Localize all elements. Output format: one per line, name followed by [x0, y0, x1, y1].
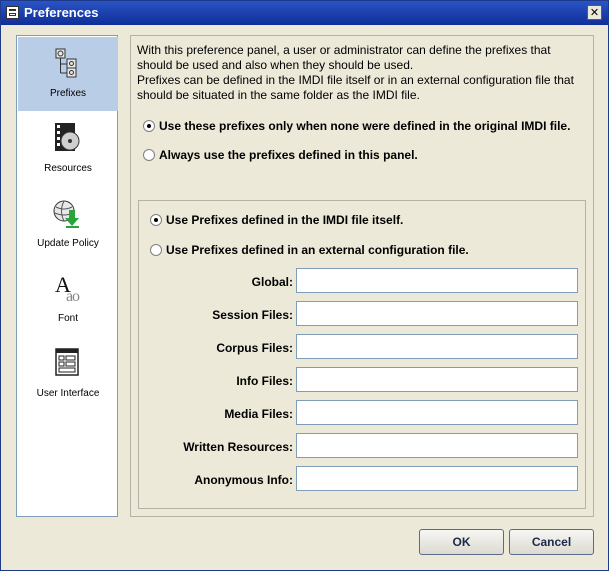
- radio-button[interactable]: [143, 120, 155, 132]
- radio-button[interactable]: [143, 149, 155, 161]
- session-files-label: Session Files:: [212, 308, 293, 322]
- global-label: Global:: [251, 275, 293, 289]
- prefixes-icon: [55, 48, 77, 78]
- description-line: Prefixes can be defined in the IMDI file…: [137, 73, 574, 87]
- window-layout-icon: [55, 348, 79, 376]
- app-window-icon: [6, 6, 19, 19]
- radio-label: Always use the prefixes defined in this …: [159, 148, 418, 162]
- sidebar-item-font[interactable]: A a o Font: [18, 262, 118, 336]
- session-files-field[interactable]: [296, 301, 578, 326]
- sidebar-item-prefixes[interactable]: Prefixes: [18, 37, 118, 111]
- radio-button[interactable]: [150, 244, 162, 256]
- svg-text:o: o: [72, 288, 80, 304]
- panel-description: With this preference panel, a user or ad…: [137, 43, 587, 103]
- cancel-button[interactable]: Cancel: [509, 529, 594, 555]
- radio-label: Use these prefixes only when none were d…: [159, 119, 571, 133]
- ok-button[interactable]: OK: [419, 529, 504, 555]
- radio-button[interactable]: [150, 214, 162, 226]
- radio-label: Use Prefixes defined in the IMDI file it…: [166, 213, 404, 227]
- written-resources-field[interactable]: [296, 433, 578, 458]
- written-resources-label: Written Resources:: [183, 440, 293, 454]
- sidebar-item-resources[interactable]: Resources: [18, 112, 118, 186]
- info-files-label: Info Files:: [236, 374, 293, 388]
- anonymous-info-field[interactable]: [296, 466, 578, 491]
- window-title: Preferences: [24, 5, 99, 20]
- close-button[interactable]: ✕: [587, 5, 602, 20]
- radio-label: Use Prefixes defined in an external conf…: [166, 243, 469, 257]
- film-disc-icon: [55, 123, 80, 151]
- description-line: should be situated in the same folder as…: [137, 88, 420, 102]
- sidebar-item-user-interface[interactable]: User Interface: [18, 337, 118, 411]
- corpus-files-label: Corpus Files:: [216, 341, 293, 355]
- media-files-field[interactable]: [296, 400, 578, 425]
- anonymous-info-label: Anonymous Info:: [194, 473, 293, 487]
- sidebar-item-label: Font: [57, 313, 78, 324]
- preferences-sidebar: Prefixes Resources Update Policy A a o F…: [16, 35, 118, 517]
- sidebar-item-label: Prefixes: [49, 88, 87, 99]
- title-bar[interactable]: Preferences ✕: [1, 1, 608, 25]
- description-line: With this preference panel, a user or ad…: [137, 43, 551, 57]
- sidebar-item-label: Update Policy: [37, 238, 99, 249]
- font-icon: A a o: [55, 272, 80, 304]
- sidebar-item-label: User Interface: [36, 388, 100, 399]
- sidebar-item-label: Resources: [44, 163, 92, 174]
- info-files-field[interactable]: [296, 367, 578, 392]
- global-field[interactable]: [296, 268, 578, 293]
- corpus-files-field[interactable]: [296, 334, 578, 359]
- description-line: should be used and also when they should…: [137, 58, 414, 72]
- sidebar-item-update-policy[interactable]: Update Policy: [18, 187, 118, 261]
- globe-download-icon: [53, 200, 79, 228]
- media-files-label: Media Files:: [224, 407, 293, 421]
